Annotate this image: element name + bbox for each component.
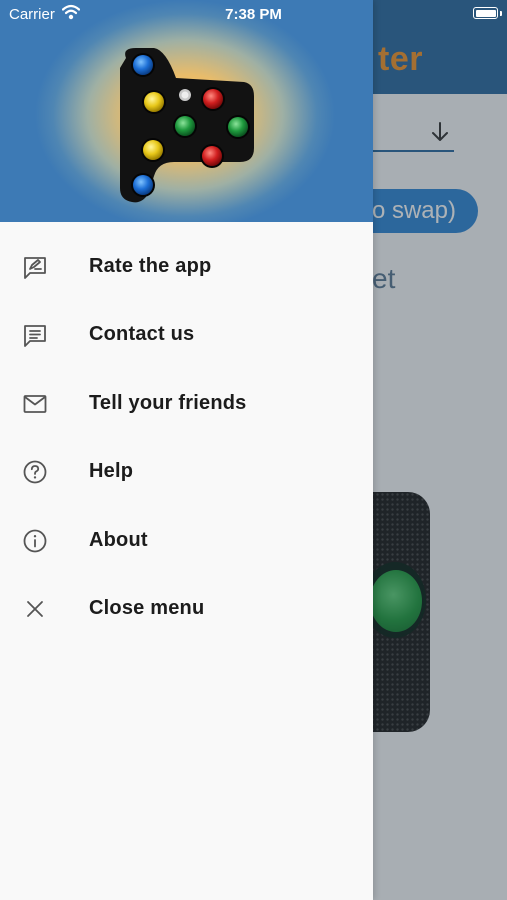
menu-item-close-menu[interactable]: Close menu <box>0 574 373 642</box>
menu-item-label: Help <box>89 460 134 483</box>
status-time: 7:38 PM <box>225 6 282 23</box>
navigation-drawer: Rate the app Contact us Tell your friend… <box>0 0 373 900</box>
close-x-icon <box>27 601 43 617</box>
battery-tip <box>500 11 502 16</box>
menu-item-label: Close menu <box>89 596 205 619</box>
drawer-menu: Rate the app Contact us Tell your friend… <box>0 232 373 642</box>
menu-item-rate-the-app[interactable]: Rate the app <box>0 232 373 300</box>
menu-item-help[interactable]: Help <box>0 437 373 505</box>
menu-item-tell-your-friends[interactable]: Tell your friends <box>0 369 373 437</box>
menu-item-label: About <box>89 528 148 551</box>
info-circle-icon <box>23 529 47 552</box>
status-bar: Carrier 7:38 PM <box>0 0 507 28</box>
app-logo-device-icon <box>120 48 254 203</box>
mail-envelope-icon <box>23 394 47 413</box>
menu-item-label: Rate the app <box>89 255 212 277</box>
menu-item-label: Contact us <box>89 323 195 346</box>
chat-message-icon <box>24 325 46 348</box>
drawer-header <box>0 0 373 222</box>
battery-icon <box>473 7 498 19</box>
menu-item-about[interactable]: About <box>0 506 373 574</box>
rate-review-icon <box>24 257 46 279</box>
help-circle-icon <box>23 460 47 484</box>
menu-item-label: Tell your friends <box>89 391 247 414</box>
menu-item-contact-us[interactable]: Contact us <box>0 300 373 368</box>
